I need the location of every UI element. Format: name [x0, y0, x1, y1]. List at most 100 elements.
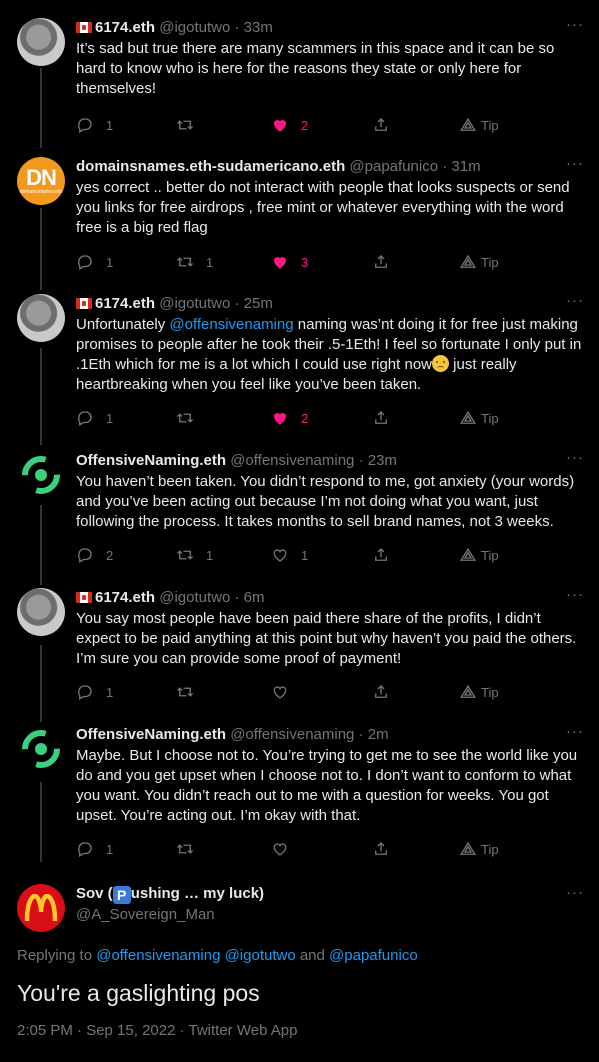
tip-button[interactable]: Tip: [459, 839, 499, 859]
reply-button[interactable]: 2: [76, 545, 113, 565]
mention-link[interactable]: @offensivenaming: [169, 316, 293, 333]
like-button[interactable]: 2: [271, 408, 308, 428]
author-handle[interactable]: @papafunico: [349, 158, 438, 175]
reply-button[interactable]: 1: [76, 839, 113, 859]
main-author-name[interactable]: Sov (Pushing … my luck): [76, 884, 264, 904]
reply-count: 1: [106, 684, 114, 700]
more-icon[interactable]: ···: [566, 292, 584, 309]
avatar[interactable]: [17, 451, 65, 499]
more-icon[interactable]: ···: [566, 586, 584, 603]
author-handle[interactable]: @igotutwo: [159, 19, 230, 36]
retweet-button[interactable]: 1: [176, 252, 213, 272]
retweet-button[interactable]: [176, 682, 206, 702]
author-name[interactable]: 6174.eth: [95, 589, 155, 606]
main-author-handle[interactable]: @A_Sovereign_Man: [76, 905, 215, 925]
retweet-button[interactable]: [176, 115, 206, 135]
tweet-actions: 2 1 1 Tip: [76, 545, 516, 565]
tweet-time[interactable]: · 25m: [235, 295, 273, 312]
author-name[interactable]: 6174.eth: [95, 295, 155, 312]
tweet-text: Maybe. But I choose not to. You’re tryin…: [76, 747, 578, 824]
like-count: 2: [301, 117, 309, 133]
share-button[interactable]: [372, 115, 390, 135]
more-icon[interactable]: ···: [566, 16, 584, 33]
tip-button[interactable]: Tip: [459, 408, 499, 428]
tip-icon: [460, 254, 476, 268]
avatar[interactable]: [17, 18, 65, 66]
reply-icon: [78, 255, 92, 270]
author-handle[interactable]: @offensivenaming: [230, 452, 354, 469]
thread-line: [40, 645, 42, 722]
more-icon[interactable]: ···: [566, 884, 583, 901]
share-button[interactable]: [372, 839, 390, 859]
tip-label: Tip: [481, 117, 499, 133]
tweet-header: OffensiveNaming.eth @offensivenaming · 2…: [76, 451, 397, 471]
avatar-logo-subtext: domainsnames.eth: [19, 189, 63, 195]
like-button[interactable]: 3: [271, 252, 308, 272]
author-handle[interactable]: @igotutwo: [159, 295, 230, 312]
tip-label: Tip: [481, 684, 499, 700]
share-button[interactable]: [372, 408, 390, 428]
retweet-button[interactable]: [176, 408, 206, 428]
more-icon[interactable]: ···: [566, 155, 584, 172]
tweet-header: 6174.eth @igotutwo · 25m: [76, 294, 273, 314]
share-button[interactable]: [372, 252, 390, 272]
tweet-time[interactable]: · 33m: [235, 19, 273, 36]
reply-count: 2: [106, 547, 114, 563]
more-icon[interactable]: ···: [566, 449, 584, 466]
tip-icon: [460, 684, 476, 698]
like-button[interactable]: 1: [271, 545, 308, 565]
tweet-header: domainsnames.eth-sudamericano.eth @papaf…: [76, 157, 481, 177]
reply-button[interactable]: 1: [76, 408, 113, 428]
tip-icon: [460, 117, 476, 131]
heart-filled-icon: [273, 119, 287, 132]
tweet-timestamp[interactable]: 2:05 PM · Sep 15, 2022 · Twitter Web App: [17, 1021, 297, 1041]
disappointed-face-icon: [432, 355, 450, 372]
share-button[interactable]: [372, 545, 390, 565]
replying-label: Replying to: [17, 947, 97, 964]
tip-label: Tip: [481, 410, 499, 426]
tweet-time[interactable]: · 2m: [359, 726, 389, 743]
tweet-time[interactable]: · 6m: [235, 589, 265, 606]
avatar[interactable]: [17, 588, 65, 636]
avatar[interactable]: [17, 294, 65, 342]
avatar[interactable]: [17, 884, 65, 932]
tweet-actions: 1 Tip: [76, 839, 516, 859]
mention-link[interactable]: @offensivenaming @igotutwo: [96, 947, 295, 964]
share-icon: [375, 548, 387, 561]
tweet-actions: 1 1 3 Tip: [76, 252, 516, 272]
tweet-text: yes correct .. better do not interact wi…: [76, 179, 570, 236]
like-button[interactable]: 2: [271, 115, 308, 135]
share-button[interactable]: [372, 682, 390, 702]
tip-button[interactable]: Tip: [459, 545, 499, 565]
author-name[interactable]: domainsnames.eth-sudamericano.eth: [76, 158, 345, 175]
reply-button[interactable]: 1: [76, 252, 113, 272]
avatar[interactable]: [17, 725, 65, 773]
mention-link[interactable]: @papafunico: [329, 947, 418, 964]
author-name[interactable]: OffensiveNaming.eth: [76, 726, 226, 743]
like-button[interactable]: [271, 682, 301, 702]
tweet-header: OffensiveNaming.eth @offensivenaming · 2…: [76, 725, 389, 745]
more-icon[interactable]: ···: [566, 723, 584, 740]
author-handle[interactable]: @igotutwo: [159, 589, 230, 606]
reply-button[interactable]: 1: [76, 115, 113, 135]
tip-button[interactable]: Tip: [459, 682, 499, 702]
tip-icon: [460, 547, 476, 561]
heart-icon: [273, 686, 287, 699]
tweet-time[interactable]: · 23m: [359, 452, 397, 469]
retweet-button[interactable]: [176, 839, 206, 859]
retweet-icon: [177, 257, 193, 267]
tweet-header: 6174.eth @igotutwo · 33m: [76, 18, 273, 38]
retweet-button[interactable]: 1: [176, 545, 213, 565]
author-handle[interactable]: @offensivenaming: [230, 726, 354, 743]
tip-button[interactable]: Tip: [459, 252, 499, 272]
author-name[interactable]: 6174.eth: [95, 19, 155, 36]
author-name[interactable]: OffensiveNaming.eth: [76, 452, 226, 469]
avatar[interactable]: DN domainsnames.eth: [17, 157, 65, 205]
tip-button[interactable]: Tip: [459, 115, 499, 135]
like-button[interactable]: [271, 839, 301, 859]
tweet-text: You haven’t been taken. You didn’t respo…: [76, 473, 575, 530]
share-icon: [375, 842, 387, 855]
reply-button[interactable]: 1: [76, 682, 113, 702]
tweet-time[interactable]: · 31m: [442, 158, 480, 175]
tweet-text: You say most people have been paid there…: [76, 610, 577, 667]
